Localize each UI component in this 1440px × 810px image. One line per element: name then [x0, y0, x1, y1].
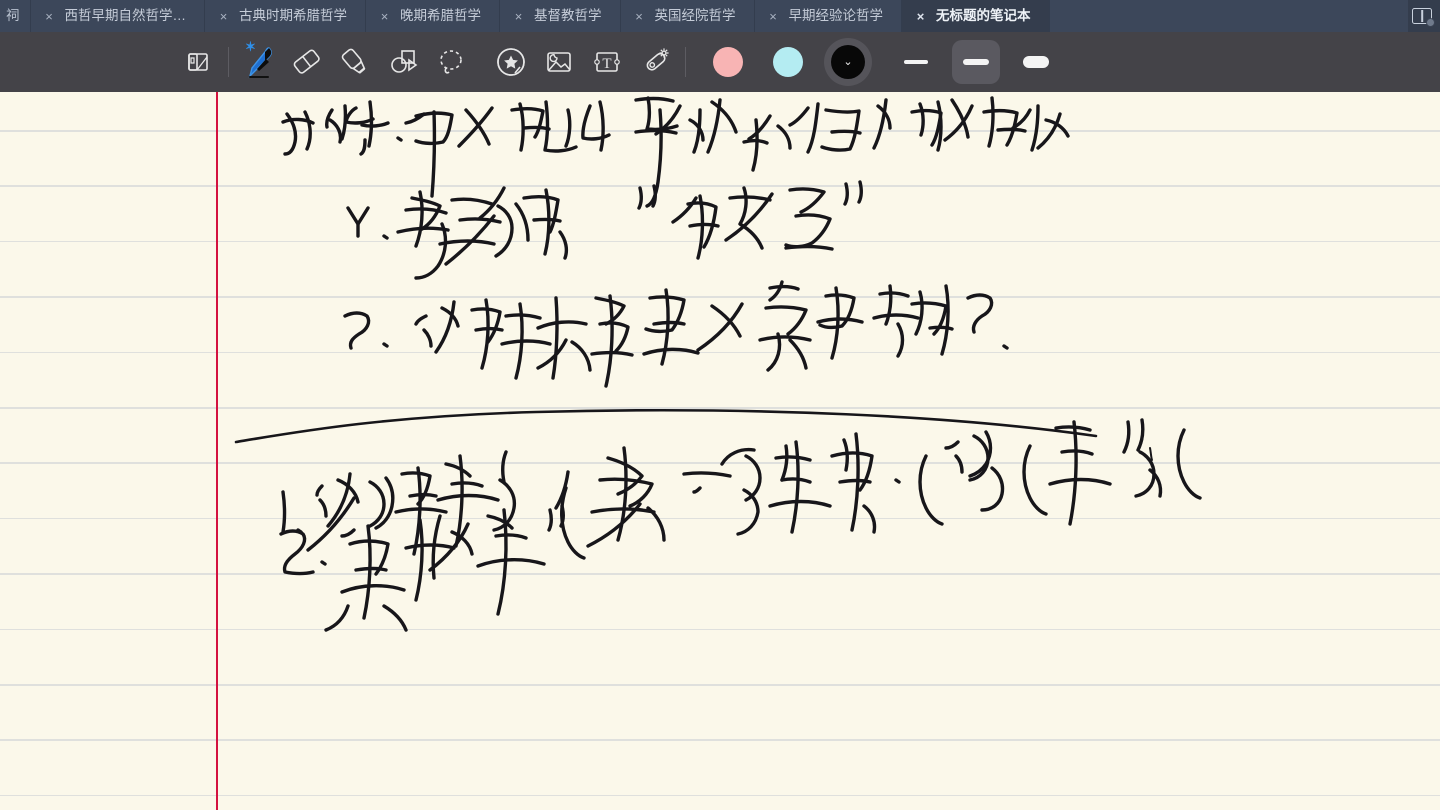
stroke-width-thin-button[interactable]	[892, 40, 940, 84]
stroke-width-thick-button[interactable]	[1012, 40, 1060, 84]
split-view-icon[interactable]	[1412, 8, 1435, 27]
drawing-toolbar: ✶ T ⌄	[0, 32, 1440, 92]
tab-label: 基督教哲学	[534, 8, 602, 24]
tab-jidujiao[interactable]: × 基督教哲学	[500, 0, 621, 32]
page-layout-button[interactable]	[174, 38, 222, 86]
shapes-button[interactable]	[379, 38, 427, 86]
sticker-button[interactable]	[487, 38, 535, 86]
red-margin-line	[216, 92, 218, 810]
tab-untitled-notebook[interactable]: × 无标题的笔记本	[902, 0, 1050, 32]
color-swatch-black[interactable]: ⌄	[831, 45, 865, 79]
highlighter-icon	[341, 48, 366, 74]
chevron-down-icon: ⌄	[843, 55, 853, 68]
split-view-badge	[1426, 18, 1435, 27]
image-icon	[547, 52, 571, 72]
text-box-button[interactable]: T	[583, 38, 631, 86]
color-swatch-pink[interactable]	[713, 47, 743, 77]
tab-yingguo-jingyuan[interactable]: × 英国经院哲学	[620, 0, 755, 32]
tab-label: 晚期希腊哲学	[400, 8, 481, 24]
eraser-button[interactable]	[283, 38, 331, 86]
stroke-width-medium-indicator	[963, 59, 989, 65]
tab-label: 无标题的笔记本	[936, 8, 1031, 24]
notebook-app-window: 祠 × 西哲早期自然哲学… × 古典时期希腊哲学 × 晚期希腊哲学 × 基督教哲…	[0, 0, 1440, 810]
tab-close-icon[interactable]: ×	[633, 10, 646, 23]
tab-xizhe-zaoqi-ziran[interactable]: × 西哲早期自然哲学…	[30, 0, 205, 32]
bluetooth-icon: ✶	[245, 39, 256, 54]
eraser-icon	[293, 49, 320, 74]
page-layout-icon	[188, 53, 208, 71]
stroke-width-medium-button[interactable]	[952, 40, 1000, 84]
tab-label: 祠	[6, 8, 20, 24]
color-swatch-cyan-wrap[interactable]	[764, 38, 812, 86]
text-box-icon: T	[594, 52, 620, 72]
tab-close-icon[interactable]: ×	[217, 10, 230, 23]
lasso-icon	[440, 50, 462, 74]
shapes-icon	[391, 50, 418, 73]
stroke-width-thick-indicator	[1023, 56, 1049, 68]
ink-stroke-line-1	[281, 96, 1070, 208]
ink-stroke-divider	[234, 408, 1098, 444]
magic-wand-button[interactable]	[631, 38, 679, 86]
svg-text:T: T	[602, 56, 611, 72]
tab-label: 古典时期希腊哲学	[239, 8, 347, 24]
tab-close-icon[interactable]: ×	[378, 10, 391, 23]
tab-close-icon[interactable]: ×	[914, 10, 927, 23]
tab-bar-right-actions	[1408, 0, 1440, 32]
toolbar-divider-2	[685, 47, 686, 77]
tab-close-icon[interactable]: ×	[767, 10, 780, 23]
tab-partial-left[interactable]: 祠	[0, 0, 31, 32]
tab-close-icon[interactable]: ×	[43, 10, 56, 23]
color-swatch-cyan[interactable]	[773, 47, 803, 77]
color-swatch-pink-wrap[interactable]	[704, 38, 752, 86]
star-sticker-icon	[497, 48, 525, 76]
ink-stroke-line-4	[281, 418, 1202, 560]
image-button[interactable]	[535, 38, 583, 86]
ink-stroke-line-5	[279, 504, 566, 632]
pen-button[interactable]: ✶	[235, 38, 283, 86]
tab-gudian-xila[interactable]: × 古典时期希腊哲学	[205, 0, 366, 32]
ink-stroke-line-2	[346, 180, 864, 280]
highlighter-button[interactable]	[331, 38, 379, 86]
pen-icon	[248, 47, 272, 79]
lasso-button[interactable]	[427, 38, 475, 86]
tab-wanqi-xila[interactable]: × 晚期希腊哲学	[366, 0, 500, 32]
tab-zaoqi-jingyanlun[interactable]: × 早期经验论哲学	[754, 0, 902, 32]
tab-label: 西哲早期自然哲学…	[64, 8, 187, 24]
notebook-canvas[interactable]	[0, 92, 1440, 810]
magic-wand-icon	[646, 48, 669, 71]
tab-label: 早期经验论哲学	[788, 8, 884, 24]
stroke-width-thin-indicator	[904, 60, 928, 64]
color-swatch-black-wrap[interactable]: ⌄	[824, 38, 872, 86]
tab-close-icon[interactable]: ×	[512, 10, 525, 23]
toolbar-divider	[228, 47, 229, 77]
tab-label: 英国经院哲学	[654, 8, 736, 24]
tab-bar: 祠 × 西哲早期自然哲学… × 古典时期希腊哲学 × 晚期希腊哲学 × 基督教哲…	[0, 0, 1440, 32]
ink-stroke-tick	[1149, 447, 1153, 461]
split-view-divider	[1421, 9, 1423, 23]
